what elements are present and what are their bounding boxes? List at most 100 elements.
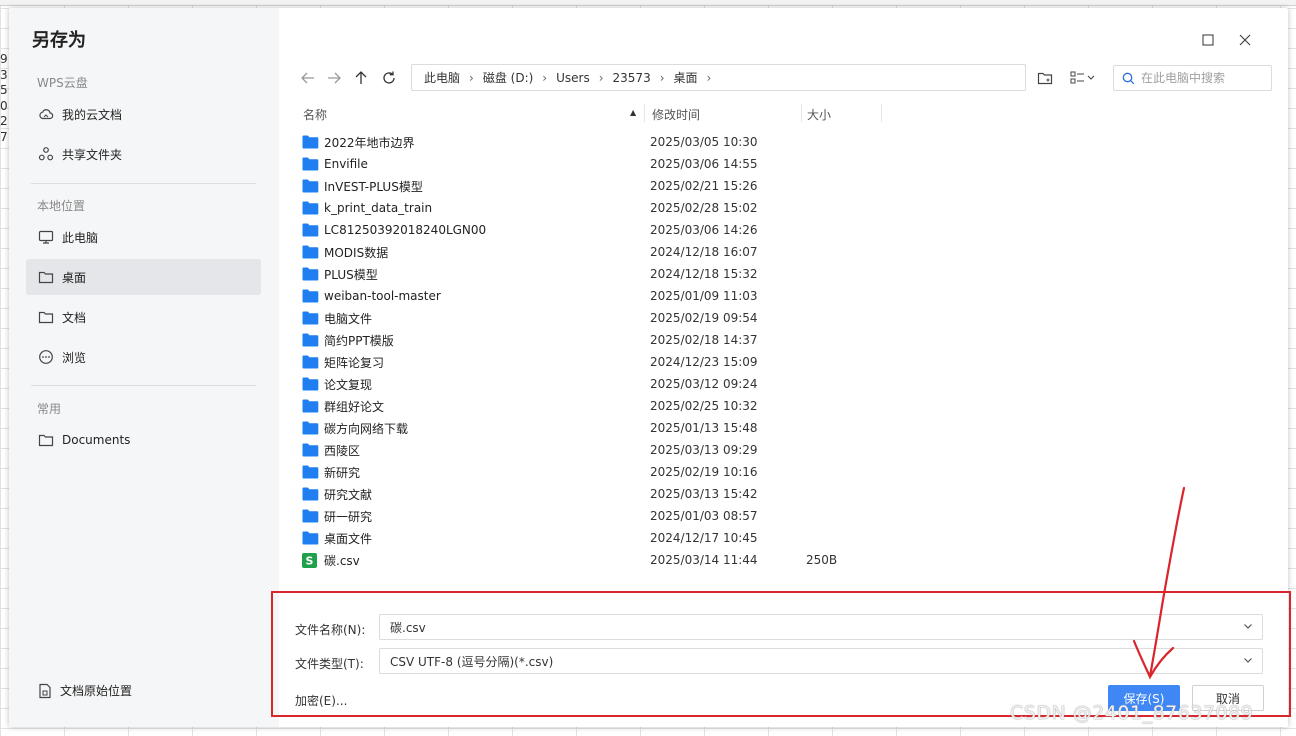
file-name: 2022年地市边界 — [324, 135, 415, 150]
save-as-dialog: 另存为 WPS云盘 我的云文档 共享文件夹 本地位置 此电脑 桌面 文档 浏览 … — [9, 8, 1288, 727]
column-divider[interactable] — [644, 104, 645, 122]
refresh-icon — [383, 71, 395, 84]
sidebar-item-documents[interactable]: Documents — [26, 422, 261, 458]
folder-icon — [302, 333, 319, 347]
chevron-down-icon[interactable] — [1242, 620, 1254, 635]
file-row[interactable]: InVEST-PLUS模型 2025/02/21 15:26 — [299, 175, 1289, 197]
file-name: 电脑文件 — [324, 311, 373, 326]
arrow-left-icon — [301, 72, 314, 84]
sidebar-item-shared-folder[interactable]: 共享文件夹 — [26, 136, 261, 172]
folder-icon — [302, 267, 319, 281]
document-location-icon — [37, 683, 53, 699]
file-name-cell: k_print_data_train — [302, 201, 432, 215]
column-header-modified[interactable]: 修改时间 — [652, 106, 700, 123]
breadcrumb-item[interactable]: 磁盘 (D:) — [483, 69, 533, 86]
chevron-right-icon: › — [469, 70, 474, 85]
folder-icon — [302, 179, 319, 193]
original-location-link[interactable]: 文档原始位置 — [37, 682, 132, 699]
breadcrumb-item[interactable]: 23573 — [613, 71, 651, 85]
file-row[interactable]: 西陵区 2025/03/13 09:29 — [299, 439, 1289, 461]
sidebar-item-my-cloud-docs[interactable]: 我的云文档 — [26, 96, 261, 132]
file-name: MODIS数据 — [324, 245, 389, 260]
more-icon — [38, 349, 54, 365]
up-button[interactable] — [351, 68, 371, 88]
back-button[interactable] — [298, 68, 318, 88]
column-divider[interactable] — [801, 104, 802, 122]
file-row[interactable]: k_print_data_train 2025/02/28 15:02 — [299, 197, 1289, 219]
column-divider[interactable] — [881, 104, 882, 122]
file-row[interactable]: 2022年地市边界 2025/03/05 10:30 — [299, 131, 1289, 153]
folder-icon — [302, 421, 319, 435]
file-row[interactable]: 简约PPT模版 2025/02/18 14:37 — [299, 329, 1289, 351]
breadcrumb-item[interactable]: 此电脑 — [424, 69, 460, 86]
breadcrumb-item[interactable]: 桌面 — [674, 69, 698, 86]
chevron-right-icon[interactable]: › — [707, 71, 712, 85]
column-header-size[interactable]: 大小 — [807, 106, 831, 123]
chevron-right-icon: › — [542, 70, 548, 85]
filename-field[interactable]: 碳.csv — [379, 614, 1263, 640]
maximize-button[interactable] — [1198, 30, 1218, 50]
maximize-icon — [1202, 34, 1214, 46]
view-mode-button[interactable] — [1066, 68, 1100, 88]
group-common: 常用 — [37, 402, 62, 416]
search-input[interactable] — [1141, 71, 1261, 85]
filetype-label: 文件类型(T): — [295, 657, 364, 671]
file-modified-date: 2025/01/03 08:57 — [650, 509, 758, 523]
encrypt-link[interactable]: 加密(E)... — [295, 692, 347, 709]
file-row[interactable]: weiban-tool-master 2025/01/09 11:03 — [299, 285, 1289, 307]
folder-icon — [302, 223, 319, 237]
file-row[interactable]: PLUS模型 2024/12/18 15:32 — [299, 263, 1289, 285]
file-row[interactable]: Envifile 2025/03/06 14:55 — [299, 153, 1289, 175]
forward-button[interactable] — [324, 68, 344, 88]
new-folder-icon — [1037, 72, 1053, 85]
file-row[interactable]: 新研究 2025/02/19 10:16 — [299, 461, 1289, 483]
file-modified-date: 2024/12/18 16:07 — [650, 245, 758, 259]
folder-icon — [38, 269, 54, 285]
sidebar-item-label: 此电脑 — [62, 230, 99, 245]
chevron-right-icon: › — [659, 70, 665, 85]
file-modified-date: 2025/02/21 15:26 — [650, 179, 758, 193]
file-row[interactable]: MODIS数据 2024/12/18 16:07 — [299, 241, 1289, 263]
file-modified-date: 2025/03/13 15:42 — [650, 487, 758, 501]
sidebar-item-desktop[interactable]: 桌面 — [26, 259, 261, 295]
sidebar-item-documents-cn[interactable]: 文档 — [26, 299, 261, 335]
chevron-down-icon[interactable] — [1242, 654, 1254, 669]
sidebar-item-label: 我的云文档 — [62, 107, 123, 122]
file-name: Envifile — [324, 157, 368, 171]
folder-icon — [302, 157, 319, 171]
file-modified-date: 2024/12/23 15:09 — [650, 355, 758, 369]
share-icon — [38, 146, 54, 162]
file-row[interactable]: 矩阵论复习 2024/12/23 15:09 — [299, 351, 1289, 373]
breadcrumb-item[interactable]: Users — [556, 71, 590, 85]
sidebar-divider — [31, 183, 256, 184]
file-modified-date: 2025/02/28 15:02 — [650, 201, 758, 215]
file-row[interactable]: 研一研究 2025/01/03 08:57 — [299, 505, 1289, 527]
new-folder-button[interactable] — [1033, 68, 1057, 88]
arrow-up-icon — [355, 71, 367, 84]
file-name-cell: S 碳.csv — [302, 552, 360, 569]
folder-icon — [302, 135, 319, 149]
file-row[interactable]: 电脑文件 2025/02/19 09:54 — [299, 307, 1289, 329]
file-name-cell: Envifile — [302, 157, 368, 171]
file-row[interactable]: 桌面文件 2024/12/17 10:45 — [299, 527, 1289, 549]
file-row[interactable]: 群组好论文 2025/02/25 10:32 — [299, 395, 1289, 417]
filetype-select[interactable]: CSV UTF-8 (逗号分隔)(*.csv) — [379, 648, 1263, 674]
file-name: 碳方向网络下载 — [324, 421, 409, 436]
file-name-cell: 2022年地市边界 — [302, 134, 415, 151]
file-name: LC81250392018240LGN00 — [324, 223, 487, 237]
sidebar-item-browse[interactable]: 浏览 — [26, 339, 261, 375]
sidebar-item-this-pc[interactable]: 此电脑 — [26, 219, 261, 255]
file-row[interactable]: 研究文献 2025/03/13 15:42 — [299, 483, 1289, 505]
file-modified-date: 2025/03/06 14:55 — [650, 157, 758, 171]
refresh-button[interactable] — [379, 68, 399, 88]
grid-view-icon — [1070, 71, 1095, 84]
column-header-name[interactable]: 名称 — [303, 106, 327, 123]
file-row[interactable]: S 碳.csv 2025/03/14 11:44 250B — [299, 549, 1289, 571]
file-row[interactable]: 论文复现 2025/03/12 09:24 — [299, 373, 1289, 395]
file-row[interactable]: LC81250392018240LGN00 2025/03/06 14:26 — [299, 219, 1289, 241]
file-row[interactable]: 碳方向网络下载 2025/01/13 15:48 — [299, 417, 1289, 439]
close-button[interactable] — [1235, 30, 1255, 50]
group-local-locations: 本地位置 — [37, 199, 86, 213]
sidebar-item-label: 桌面 — [62, 270, 87, 285]
svg-text:S: S — [306, 555, 314, 568]
